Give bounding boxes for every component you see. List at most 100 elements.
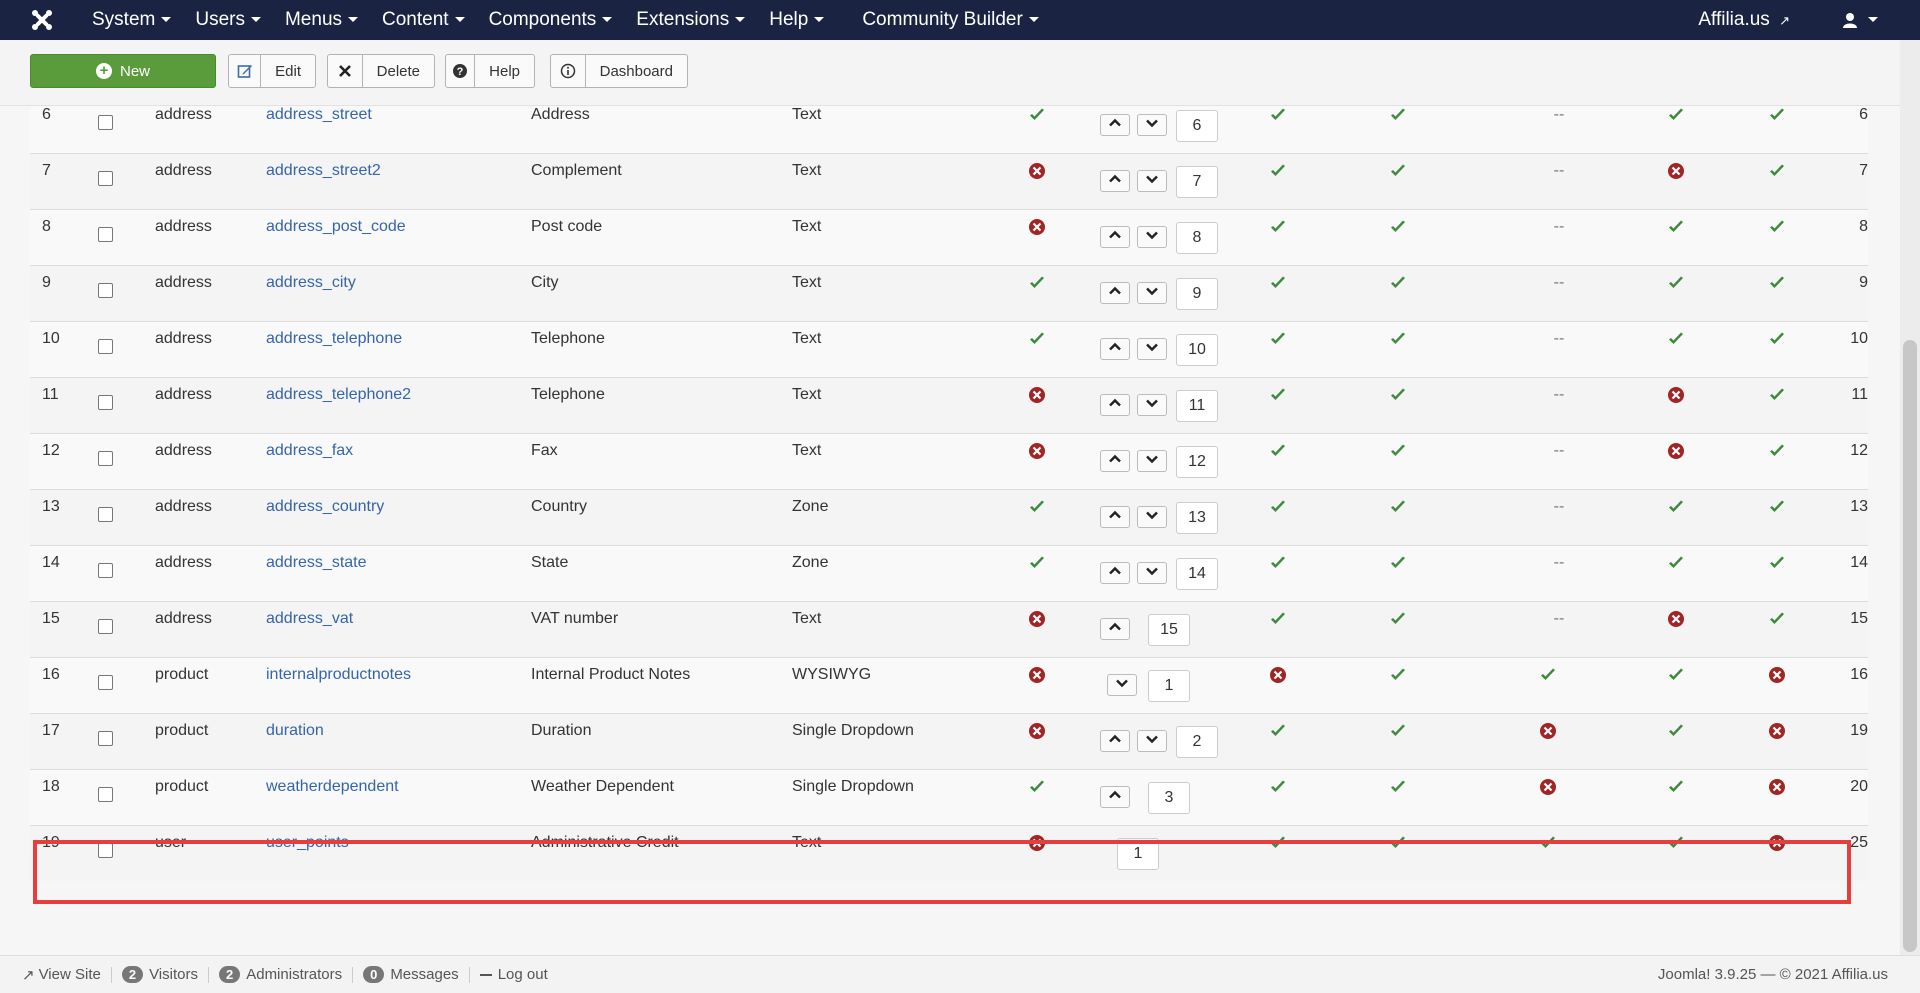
- move-up-button[interactable]: [1100, 618, 1130, 640]
- new-button[interactable]: + New: [30, 54, 216, 88]
- cross-circle-icon[interactable]: [1028, 218, 1046, 236]
- move-down-button[interactable]: [1137, 282, 1167, 304]
- order-input[interactable]: 1: [1148, 670, 1190, 702]
- cross-circle-icon[interactable]: [1768, 778, 1786, 796]
- help-button[interactable]: ? Help: [445, 54, 535, 88]
- move-up-button[interactable]: [1100, 786, 1130, 808]
- check-icon[interactable]: [1389, 274, 1407, 292]
- move-up-button[interactable]: [1100, 506, 1130, 528]
- check-icon[interactable]: [1269, 834, 1287, 852]
- move-up-button[interactable]: [1100, 226, 1130, 248]
- row-checkbox[interactable]: [98, 395, 113, 410]
- dashboard-button[interactable]: Dashboard: [550, 54, 688, 88]
- field-name-link[interactable]: address_post_code: [266, 210, 406, 266]
- row-checkbox[interactable]: [98, 283, 113, 298]
- order-input[interactable]: 2: [1176, 726, 1218, 758]
- check-icon[interactable]: [1667, 834, 1685, 852]
- menu-help[interactable]: Help: [757, 0, 836, 40]
- row-checkbox[interactable]: [98, 339, 113, 354]
- cross-circle-icon[interactable]: [1768, 666, 1786, 684]
- move-up-button[interactable]: [1100, 114, 1130, 136]
- check-icon[interactable]: [1389, 666, 1407, 684]
- field-name-link[interactable]: weatherdependent: [266, 770, 399, 826]
- row-checkbox[interactable]: [98, 171, 113, 186]
- check-icon[interactable]: [1539, 666, 1579, 684]
- cross-circle-icon[interactable]: [1028, 666, 1046, 684]
- check-icon[interactable]: [1269, 442, 1287, 460]
- order-input[interactable]: 11: [1176, 390, 1218, 422]
- check-icon[interactable]: [1028, 330, 1046, 348]
- messages-link[interactable]: 0 Messages: [353, 966, 470, 983]
- check-icon[interactable]: [1389, 554, 1407, 572]
- user-menu[interactable]: [1842, 0, 1878, 40]
- move-down-button[interactable]: [1137, 562, 1167, 584]
- check-icon[interactable]: [1539, 834, 1579, 852]
- check-icon[interactable]: [1768, 274, 1786, 292]
- order-input[interactable]: 1: [1117, 838, 1159, 870]
- check-icon[interactable]: [1389, 106, 1407, 124]
- menu-menus[interactable]: Menus: [273, 0, 370, 40]
- order-input[interactable]: 7: [1176, 166, 1218, 198]
- menu-components[interactable]: Components: [477, 0, 625, 40]
- cross-circle-icon[interactable]: [1768, 722, 1786, 740]
- check-icon[interactable]: [1667, 722, 1685, 740]
- move-down-button[interactable]: [1137, 394, 1167, 416]
- order-input[interactable]: 6: [1176, 110, 1218, 142]
- field-name-link[interactable]: address_street: [266, 105, 372, 154]
- check-icon[interactable]: [1389, 834, 1407, 852]
- order-input[interactable]: 12: [1176, 446, 1218, 478]
- view-site-link[interactable]: ↗ View Site: [12, 966, 112, 984]
- field-name-link[interactable]: address_telephone2: [266, 378, 411, 434]
- move-down-button[interactable]: [1137, 338, 1167, 360]
- row-checkbox[interactable]: [98, 787, 113, 802]
- move-up-button[interactable]: [1100, 282, 1130, 304]
- move-down-button[interactable]: [1137, 170, 1167, 192]
- check-icon[interactable]: [1269, 610, 1287, 628]
- check-icon[interactable]: [1768, 498, 1786, 516]
- cross-circle-icon[interactable]: [1667, 386, 1685, 404]
- row-checkbox[interactable]: [98, 731, 113, 746]
- cross-circle-icon[interactable]: [1028, 610, 1046, 628]
- check-icon[interactable]: [1269, 554, 1287, 572]
- move-up-button[interactable]: [1100, 730, 1130, 752]
- check-icon[interactable]: [1667, 666, 1685, 684]
- move-down-button[interactable]: [1137, 450, 1167, 472]
- cross-circle-icon[interactable]: [1667, 162, 1685, 180]
- logout-link[interactable]: Log out: [470, 966, 558, 983]
- check-icon[interactable]: [1768, 330, 1786, 348]
- check-icon[interactable]: [1768, 554, 1786, 572]
- check-icon[interactable]: [1269, 330, 1287, 348]
- menu-system[interactable]: System: [80, 0, 183, 40]
- move-down-button[interactable]: [1137, 114, 1167, 136]
- move-down-button[interactable]: [1137, 226, 1167, 248]
- order-input[interactable]: 14: [1176, 558, 1218, 590]
- row-checkbox[interactable]: [98, 675, 113, 690]
- order-input[interactable]: 13: [1176, 502, 1218, 534]
- check-icon[interactable]: [1667, 218, 1685, 236]
- check-icon[interactable]: [1667, 330, 1685, 348]
- check-icon[interactable]: [1269, 722, 1287, 740]
- check-icon[interactable]: [1269, 778, 1287, 796]
- order-input[interactable]: 10: [1176, 334, 1218, 366]
- cross-circle-icon[interactable]: [1028, 162, 1046, 180]
- cross-circle-icon[interactable]: [1269, 666, 1287, 684]
- check-icon[interactable]: [1389, 442, 1407, 460]
- cross-circle-icon[interactable]: [1028, 442, 1046, 460]
- row-checkbox[interactable]: [98, 619, 113, 634]
- check-icon[interactable]: [1028, 498, 1046, 516]
- menu-extensions[interactable]: Extensions: [624, 0, 757, 40]
- order-input[interactable]: 15: [1148, 614, 1190, 646]
- field-name-link[interactable]: address_city: [266, 266, 356, 322]
- field-name-link[interactable]: internalproductnotes: [266, 658, 411, 714]
- menu-content[interactable]: Content: [370, 0, 477, 40]
- cross-circle-icon[interactable]: [1028, 722, 1046, 740]
- move-up-button[interactable]: [1100, 170, 1130, 192]
- check-icon[interactable]: [1389, 498, 1407, 516]
- check-icon[interactable]: [1667, 106, 1685, 124]
- cross-circle-icon[interactable]: [1539, 778, 1579, 796]
- order-input[interactable]: 9: [1176, 278, 1218, 310]
- site-link[interactable]: Affilia.us ↗: [1698, 0, 1790, 40]
- move-up-button[interactable]: [1100, 394, 1130, 416]
- field-name-link[interactable]: address_country: [266, 490, 384, 546]
- check-icon[interactable]: [1269, 162, 1287, 180]
